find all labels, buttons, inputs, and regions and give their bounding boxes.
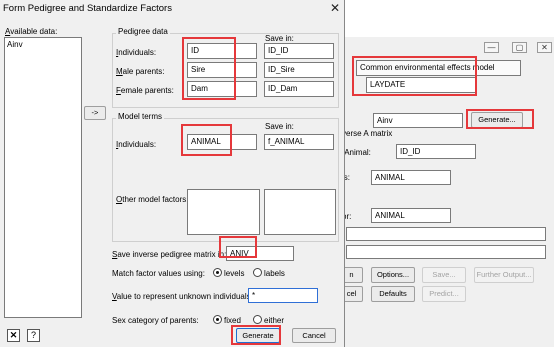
model-select[interactable]: Common environmental effects model [356,60,521,76]
laydate-field[interactable]: LAYDATE [366,77,476,93]
or-value: ANIMAL [375,211,405,220]
close-icon[interactable]: ✕ [327,1,343,16]
ainv-value: Ainv [377,116,393,125]
male-save-field[interactable]: ID_Sire [264,62,334,78]
levels-label: levels [224,269,245,278]
match-label: Match factor values using: [112,269,205,278]
model-save-in-header: Save in: [265,122,294,131]
other-factors-label: Other model factors: [116,195,189,204]
list-item[interactable]: Ainv [7,40,23,49]
other-factors-save-list[interactable] [264,189,336,235]
minimize-icon[interactable]: — [484,42,499,53]
female-save-value: ID_Dam [268,84,298,93]
individuals-field[interactable]: ID [187,43,257,59]
male-parents-label: Male parents: [116,67,165,76]
model-individuals-save-value: f_ANIMAL [268,137,305,146]
clear-icon[interactable]: ✕ [7,329,20,342]
male-parents-value: Sire [191,65,206,74]
help-icon[interactable]: ? [27,329,40,342]
defaults-button[interactable]: Defaults [371,286,415,302]
either-label: either [264,316,285,325]
close-icon[interactable]: ✕ [537,42,552,53]
fixed-label: fixed [224,316,241,325]
levels-radio[interactable] [213,268,222,277]
back-generate-button[interactable]: Generate... [471,112,523,128]
pedigree-dialog: Form Pedigree and Standardize Factors ✕ … [0,0,345,347]
female-parents-field[interactable]: Dam [187,81,257,97]
individuals-save-value: ID_ID [268,46,289,55]
labels-label: labels [264,269,285,278]
ls-field[interactable]: ANIMAL [371,170,451,185]
male-save-value: ID_Sire [268,65,295,74]
model-individuals-field[interactable]: ANIMAL [187,134,257,150]
save-inverse-field[interactable]: ANIV [226,246,294,261]
further-output-button[interactable]: Further Output... [474,267,534,283]
cancel-button[interactable]: Cancel [292,328,336,343]
unknown-value: * [252,291,256,300]
female-save-field[interactable]: ID_Dam [264,81,334,97]
pedigree-data-title: Pedigree data [116,27,170,36]
animal-value: ID_ID [400,147,421,156]
individuals-label: Individuals: [116,48,157,57]
long-field-1[interactable] [346,227,546,241]
pedigree-save-in-header: Save in: [265,34,294,43]
individuals-value: ID [191,46,199,55]
model-individuals-value: ANIMAL [191,137,221,146]
model-individuals-save-field[interactable]: f_ANIMAL [264,134,334,150]
unknown-value-field[interactable]: * [248,288,318,303]
sex-label: Sex category of parents: [112,316,199,325]
female-parents-label: Female parents: [116,86,174,95]
other-factors-list[interactable] [187,189,260,235]
animal-field[interactable]: ID_ID [396,144,476,159]
fixed-radio[interactable] [213,315,222,324]
options-button[interactable]: Options... [371,267,415,283]
laydate-value: LAYDATE [370,80,406,89]
ls-value: ANIMAL [375,173,405,182]
generate-button[interactable]: Generate [236,328,280,343]
dialog-title: Form Pedigree and Standardize Factors [3,3,172,14]
female-parents-value: Dam [191,84,208,93]
long-field-2[interactable] [346,245,546,259]
save-inverse-label: Save inverse pedigree matrix in: [112,250,227,259]
available-data-list[interactable]: Ainv [4,37,82,318]
predict-button[interactable]: Predict... [422,286,466,302]
unknown-label: Value to represent unknown individuals: [112,292,253,301]
maximize-icon[interactable]: ▢ [512,42,527,53]
background-window: — ▢ ✕ Common environmental effects model… [340,37,554,347]
male-parents-field[interactable]: Sire [187,62,257,78]
model-terms-title: Model terms [116,112,165,121]
animal-label: /Animal: [342,148,371,157]
labels-radio[interactable] [253,268,262,277]
move-arrow-button[interactable]: -> [84,106,106,120]
save-button[interactable]: Save... [422,267,466,283]
model-individuals-label: Individuals: [116,140,157,149]
either-radio[interactable] [253,315,262,324]
or-field[interactable]: ANIMAL [371,208,451,223]
model-select-value: Common environmental effects model [360,63,495,72]
individuals-save-field[interactable]: ID_ID [264,43,334,59]
available-data-label: Available data: [5,27,58,36]
ainv-field[interactable]: Ainv [373,113,463,128]
inverse-matrix-label: verse A matrix [342,129,393,138]
save-inverse-value: ANIV [230,249,249,258]
